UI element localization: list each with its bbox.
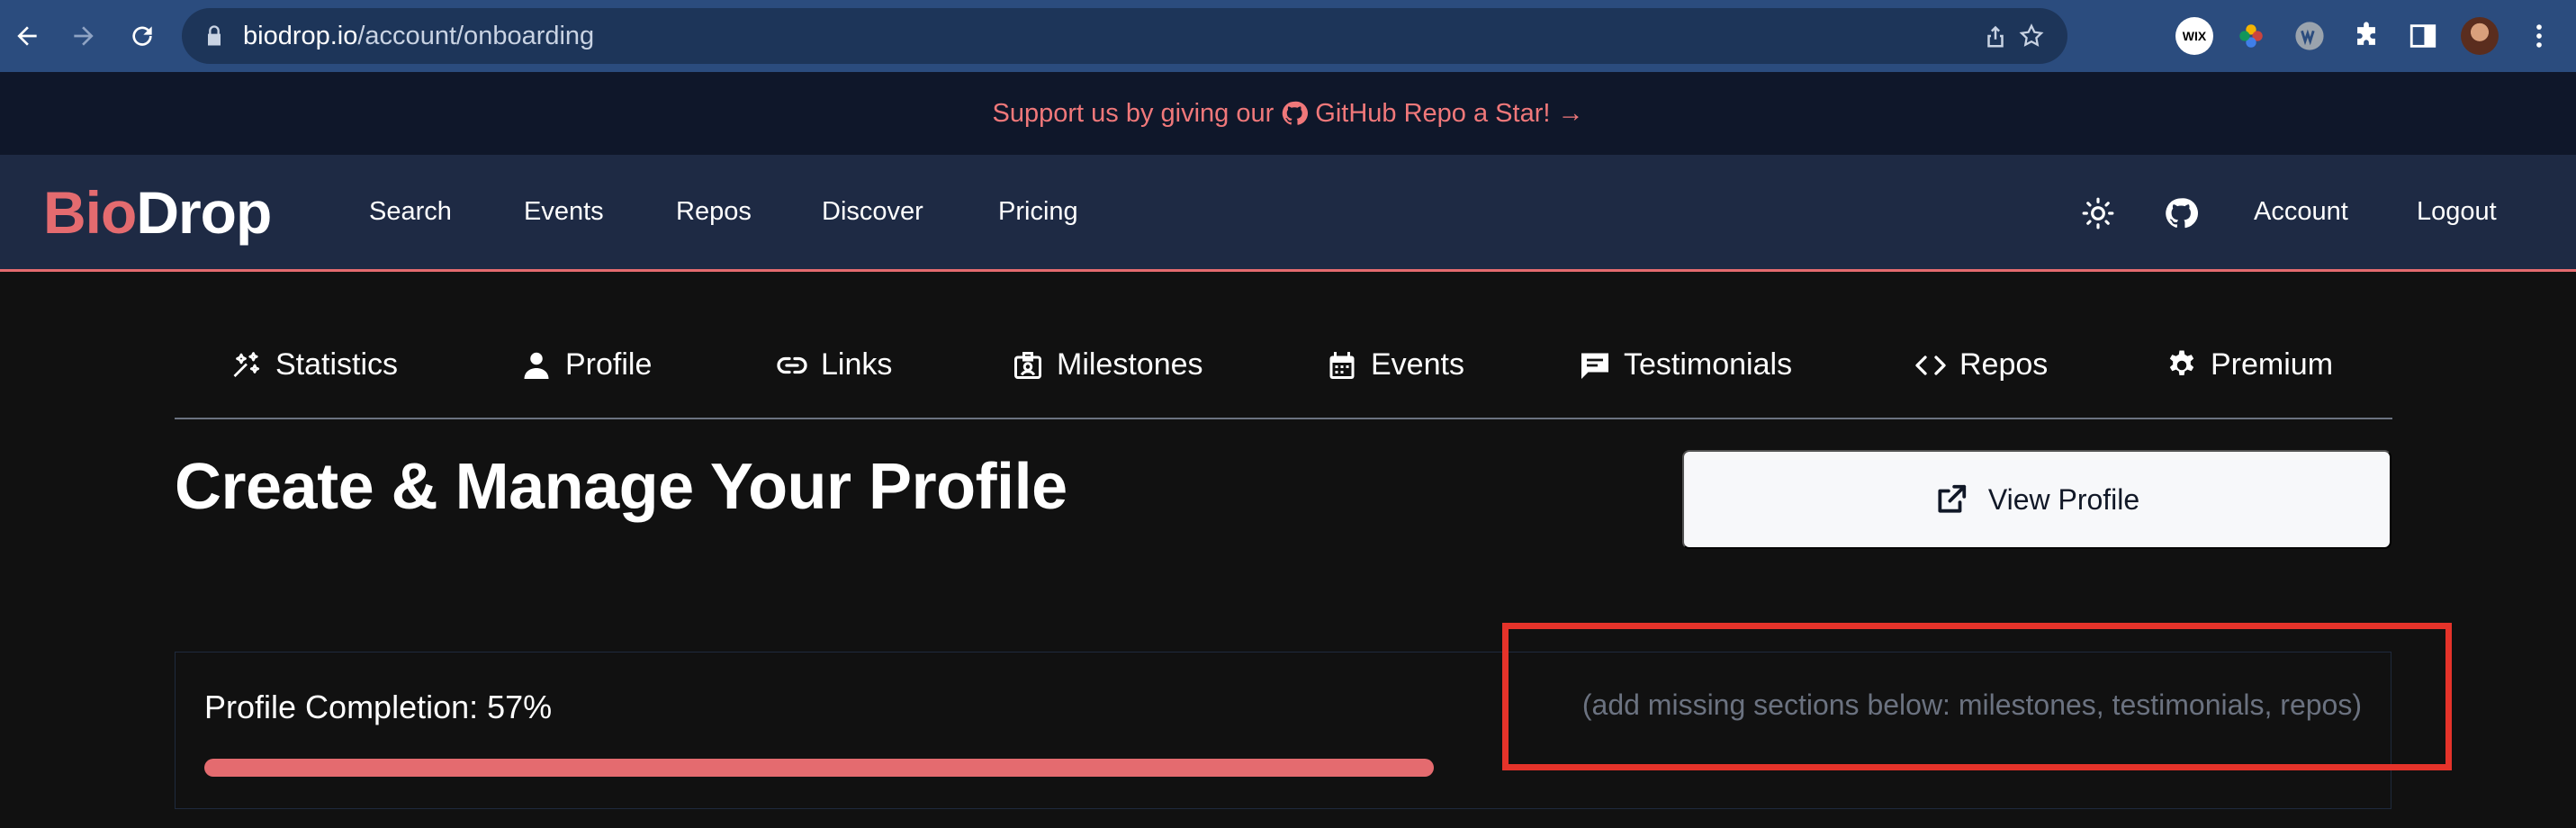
color-wheel-extension-icon[interactable] bbox=[2232, 17, 2270, 55]
code-icon bbox=[1915, 355, 1946, 375]
avatar[interactable] bbox=[2461, 17, 2499, 55]
nav-account[interactable]: Account bbox=[2254, 197, 2348, 227]
banner-text-after: GitHub Repo a Star! → bbox=[1315, 98, 1584, 128]
tab-premium[interactable]: Premium bbox=[2166, 347, 2333, 382]
address-bar[interactable]: biodrop.io/account/onboarding bbox=[182, 8, 2067, 64]
link-icon bbox=[777, 356, 807, 374]
gear-icon bbox=[2169, 350, 2194, 375]
sun-icon[interactable] bbox=[2081, 196, 2115, 230]
tab-label: Events bbox=[1371, 347, 1464, 382]
external-link-icon bbox=[1938, 484, 1966, 513]
tab-label: Milestones bbox=[1057, 347, 1203, 382]
tab-repos[interactable]: Repos bbox=[1914, 347, 2048, 382]
view-profile-button[interactable]: View Profile bbox=[1682, 450, 2391, 549]
github-icon bbox=[1283, 101, 1309, 125]
tab-label: Statistics bbox=[275, 347, 399, 382]
tab-profile[interactable]: Profile bbox=[520, 347, 652, 382]
browser-toolbar: biodrop.io/account/onboarding WIX bbox=[0, 0, 2576, 72]
user-icon bbox=[524, 352, 549, 379]
share-icon[interactable] bbox=[1982, 22, 2009, 50]
github-icon[interactable] bbox=[2164, 196, 2198, 230]
wix-extension-icon[interactable]: WIX bbox=[2175, 17, 2213, 55]
chat-icon bbox=[1581, 353, 1608, 379]
nav-events[interactable]: Events bbox=[524, 197, 604, 227]
tab-links[interactable]: Links bbox=[776, 347, 892, 382]
star-icon[interactable] bbox=[2018, 22, 2045, 50]
completion-progress-bar bbox=[204, 759, 1434, 777]
nav-discover[interactable]: Discover bbox=[822, 197, 923, 227]
completion-progress-fill bbox=[204, 759, 1434, 777]
tab-label: Links bbox=[821, 347, 893, 382]
reload-icon[interactable] bbox=[126, 20, 158, 52]
account-tabs: Statistics Profile Links Milestones Even… bbox=[175, 297, 2392, 419]
page-title: Create & Manage Your Profile bbox=[175, 451, 1067, 523]
tab-label: Testimonials bbox=[1624, 347, 1793, 382]
tab-events[interactable]: Events bbox=[1326, 347, 1464, 382]
puzzle-icon[interactable] bbox=[2347, 17, 2385, 55]
tab-milestones[interactable]: Milestones bbox=[1012, 347, 1203, 382]
id-badge-icon bbox=[1014, 351, 1041, 379]
biodrop-logo[interactable]: BioDrop bbox=[43, 178, 272, 247]
tab-label: Profile bbox=[565, 347, 653, 382]
tab-label: Premium bbox=[2211, 347, 2334, 382]
banner-text: Support us by giving our bbox=[992, 98, 1274, 128]
site-navbar: BioDrop Search Events Repos Discover Pri… bbox=[0, 155, 2576, 272]
view-profile-label: View Profile bbox=[1987, 482, 2140, 516]
tab-statistics[interactable]: Statistics bbox=[230, 347, 398, 382]
github-star-link[interactable]: Support us by giving our GitHub Repo a S… bbox=[993, 99, 1584, 129]
completion-label: Profile Completion: 57% bbox=[204, 688, 553, 725]
tab-testimonials[interactable]: Testimonials bbox=[1579, 347, 1792, 382]
support-banner: Support us by giving our GitHub Repo a S… bbox=[0, 72, 2576, 155]
back-arrow-icon[interactable] bbox=[11, 20, 43, 52]
tab-label: Repos bbox=[1959, 347, 2049, 382]
nav-search[interactable]: Search bbox=[369, 197, 452, 227]
sparkles-icon bbox=[233, 351, 260, 377]
kebab-menu-icon[interactable] bbox=[2520, 17, 2558, 55]
annotation-highlight-box bbox=[1502, 623, 2452, 770]
nav-pricing[interactable]: Pricing bbox=[998, 197, 1078, 227]
calendar-icon bbox=[1329, 351, 1355, 379]
side-panel-icon[interactable] bbox=[2404, 17, 2442, 55]
nav-logout[interactable]: Logout bbox=[2417, 197, 2497, 227]
nav-repos[interactable]: Repos bbox=[676, 197, 752, 227]
lock-icon[interactable] bbox=[202, 23, 227, 49]
forward-arrow-icon[interactable] bbox=[68, 20, 100, 52]
url-text: biodrop.io/account/onboarding bbox=[243, 22, 595, 50]
w-extension-icon[interactable] bbox=[2291, 17, 2328, 55]
